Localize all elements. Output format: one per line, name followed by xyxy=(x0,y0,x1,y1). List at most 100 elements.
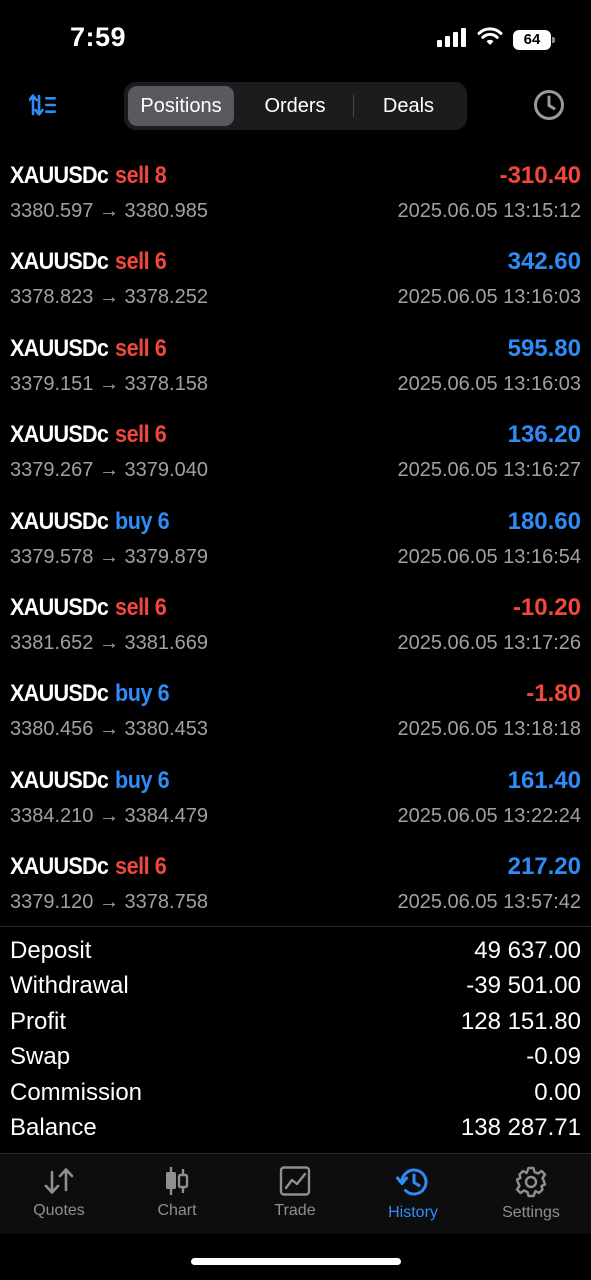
deal-side: buy 6 xyxy=(115,766,170,794)
summary-value: -39 501.00 xyxy=(466,972,581,1000)
deal-row[interactable]: XAUUSDc buy 6 -1.80 3380.456 → 3380.453 2025… xyxy=(0,672,591,758)
deal-symbol: XAUUSDc xyxy=(10,593,109,621)
deal-symbol: XAUUSDc xyxy=(10,853,109,881)
deal-details: 3379.578 → 3379.879 2025.06.05 13:16:54 xyxy=(10,546,581,570)
summary-label: Deposit xyxy=(10,937,92,964)
deal-header: XAUUSDc sell 6 -10.20 xyxy=(10,594,581,624)
deal-prices: 3379.267 → 3379.040 xyxy=(10,459,208,482)
tab-quotes[interactable]: Quotes xyxy=(0,1154,118,1234)
deal-side: sell 6 xyxy=(115,334,167,362)
summary-row-withdrawal: Withdrawal -39 501.00 xyxy=(10,969,581,1004)
deal-symbol: XAUUSDc xyxy=(10,680,109,708)
deal-profit: -310.40 xyxy=(499,162,581,189)
divider xyxy=(0,926,591,927)
summary-row-balance: Balance 138 287.71 xyxy=(10,1111,581,1146)
deal-profit: 217.20 xyxy=(507,853,581,881)
trade-chart-icon xyxy=(279,1166,311,1196)
summary-label: Balance xyxy=(10,1113,97,1141)
tab-chart[interactable]: Chart xyxy=(118,1154,236,1234)
summary-value: 138 287.71 xyxy=(460,1113,581,1141)
deal-row[interactable]: XAUUSDc sell 6 342.60 3378.823 → 3378.252 20… xyxy=(0,240,591,326)
deal-time: 2025.06.05 13:15:12 xyxy=(397,200,581,222)
deal-row[interactable]: XAUUSDc sell 6 217.20 3379.120 → 3378.758 20… xyxy=(0,845,591,931)
deal-side: buy 6 xyxy=(115,680,170,708)
deal-side: sell 6 xyxy=(115,593,167,621)
deal-details: 3379.151 → 3378.158 2025.06.05 13:16:03 xyxy=(10,373,581,397)
tab-history[interactable]: History xyxy=(354,1154,472,1234)
deal-profit: 180.60 xyxy=(507,507,581,535)
summary-label: Commission xyxy=(10,1078,143,1106)
tab-orders[interactable]: Orders xyxy=(238,86,352,126)
summary-row-profit: Profit 128 151.80 xyxy=(10,1005,581,1040)
deal-time: 2025.06.05 13:16:03 xyxy=(397,372,581,395)
history-icon xyxy=(396,1168,428,1196)
deal-prices: 3379.151 → 3378.158 xyxy=(10,372,208,395)
deal-symbol: XAUUSDc xyxy=(10,248,109,276)
deal-symbol: XAUUSDc xyxy=(10,162,109,189)
top-nav: Positions Orders Deals xyxy=(0,80,591,134)
deal-header: XAUUSDc buy 6 180.60 xyxy=(10,508,581,538)
status-icons: 64 xyxy=(437,27,555,52)
summary-value: -0.09 xyxy=(526,1043,581,1071)
deal-prices: 3384.210 → 3384.479 xyxy=(10,804,208,827)
deal-row[interactable]: XAUUSDc buy 6 180.60 3379.578 → 3379.879 202… xyxy=(0,500,591,586)
clock-icon[interactable] xyxy=(533,89,565,121)
deal-symbol: XAUUSDc xyxy=(10,766,109,794)
deal-header: XAUUSDc sell 6 217.20 xyxy=(10,853,581,883)
deal-prices: 3380.456 → 3380.453 xyxy=(10,718,208,741)
deal-details: 3384.210 → 3384.479 2025.06.05 13:22:24 xyxy=(10,805,581,829)
deal-row[interactable]: XAUUSDc sell 8 -310.40 3380.597 → 3380.985 2… xyxy=(0,154,591,240)
deal-side: sell 8 xyxy=(115,162,167,189)
summary-row-deposit: Deposit 49 637.00 xyxy=(10,934,581,969)
tab-label: History xyxy=(388,1204,438,1221)
tab-label: Trade xyxy=(274,1202,316,1219)
deal-details: 3379.267 → 3379.040 2025.06.05 13:16:27 xyxy=(10,459,581,483)
deal-profit: 136.20 xyxy=(507,421,581,449)
tab-settings[interactable]: Settings xyxy=(472,1154,590,1234)
summary-value: 49 637.00 xyxy=(474,937,581,964)
status-bar: 7:59 64 xyxy=(0,0,591,80)
summary-label: Profit xyxy=(10,1007,67,1035)
deal-time: 2025.06.05 13:16:54 xyxy=(397,545,581,568)
deal-details: 3380.597 → 3380.985 2025.06.05 13:15:12 xyxy=(10,200,581,224)
deal-header: XAUUSDc sell 6 342.60 xyxy=(10,248,581,278)
tab-bar: Quotes Chart Trade History Settings xyxy=(0,1154,591,1234)
deal-side: buy 6 xyxy=(115,507,170,535)
deal-details: 3378.823 → 3378.252 2025.06.05 13:16:03 xyxy=(10,286,581,310)
quotes-icon xyxy=(44,1168,74,1194)
summary-value: 128 151.80 xyxy=(460,1007,581,1035)
deal-profit: -1.80 xyxy=(526,680,581,708)
deal-symbol: XAUUSDc xyxy=(10,507,109,535)
deal-symbol: XAUUSDc xyxy=(10,334,109,362)
wifi-icon xyxy=(477,27,503,52)
deal-prices: 3380.597 → 3380.985 xyxy=(10,200,208,222)
tab-positions[interactable]: Positions xyxy=(128,86,234,126)
deal-row[interactable]: XAUUSDc sell 6 136.20 3379.267 → 3379.040 20… xyxy=(0,413,591,499)
deal-time: 2025.06.05 13:17:26 xyxy=(397,631,581,654)
deal-symbol: XAUUSDc xyxy=(10,421,109,449)
tab-deals[interactable]: Deals xyxy=(354,86,463,126)
deal-header: XAUUSDc sell 8 -310.40 xyxy=(10,162,581,192)
deal-prices: 3379.120 → 3378.758 xyxy=(10,891,208,914)
summary-label: Withdrawal xyxy=(10,972,129,1000)
deal-row[interactable]: XAUUSDc buy 6 161.40 3384.210 → 3384.479 202… xyxy=(0,759,591,845)
gear-icon xyxy=(515,1166,547,1198)
deal-header: XAUUSDc sell 6 136.20 xyxy=(10,421,581,451)
deal-details: 3379.120 → 3378.758 2025.06.05 13:57:42 xyxy=(10,891,581,915)
summary-row-swap: Swap -0.09 xyxy=(10,1040,581,1075)
candlestick-icon xyxy=(166,1167,189,1195)
deal-profit: 342.60 xyxy=(507,248,581,276)
battery-icon: 64 xyxy=(513,29,555,50)
sort-icon[interactable] xyxy=(26,90,60,120)
tab-trade[interactable]: Trade xyxy=(236,1154,354,1234)
deal-time: 2025.06.05 13:57:42 xyxy=(397,891,581,914)
deal-details: 3381.652 → 3381.669 2025.06.05 13:17:26 xyxy=(10,632,581,656)
tab-label: Quotes xyxy=(33,1202,85,1219)
deal-time: 2025.06.05 13:18:18 xyxy=(397,718,581,741)
deal-prices: 3379.578 → 3379.879 xyxy=(10,545,208,568)
tab-label: Settings xyxy=(502,1204,560,1221)
summary-row-commission: Commission 0.00 xyxy=(10,1076,581,1111)
deal-row[interactable]: XAUUSDc sell 6 -10.20 3381.652 → 3381.669 20… xyxy=(0,586,591,672)
deal-prices: 3378.823 → 3378.252 xyxy=(10,286,208,309)
deal-row[interactable]: XAUUSDc sell 6 595.80 3379.151 → 3378.158 20… xyxy=(0,327,591,413)
